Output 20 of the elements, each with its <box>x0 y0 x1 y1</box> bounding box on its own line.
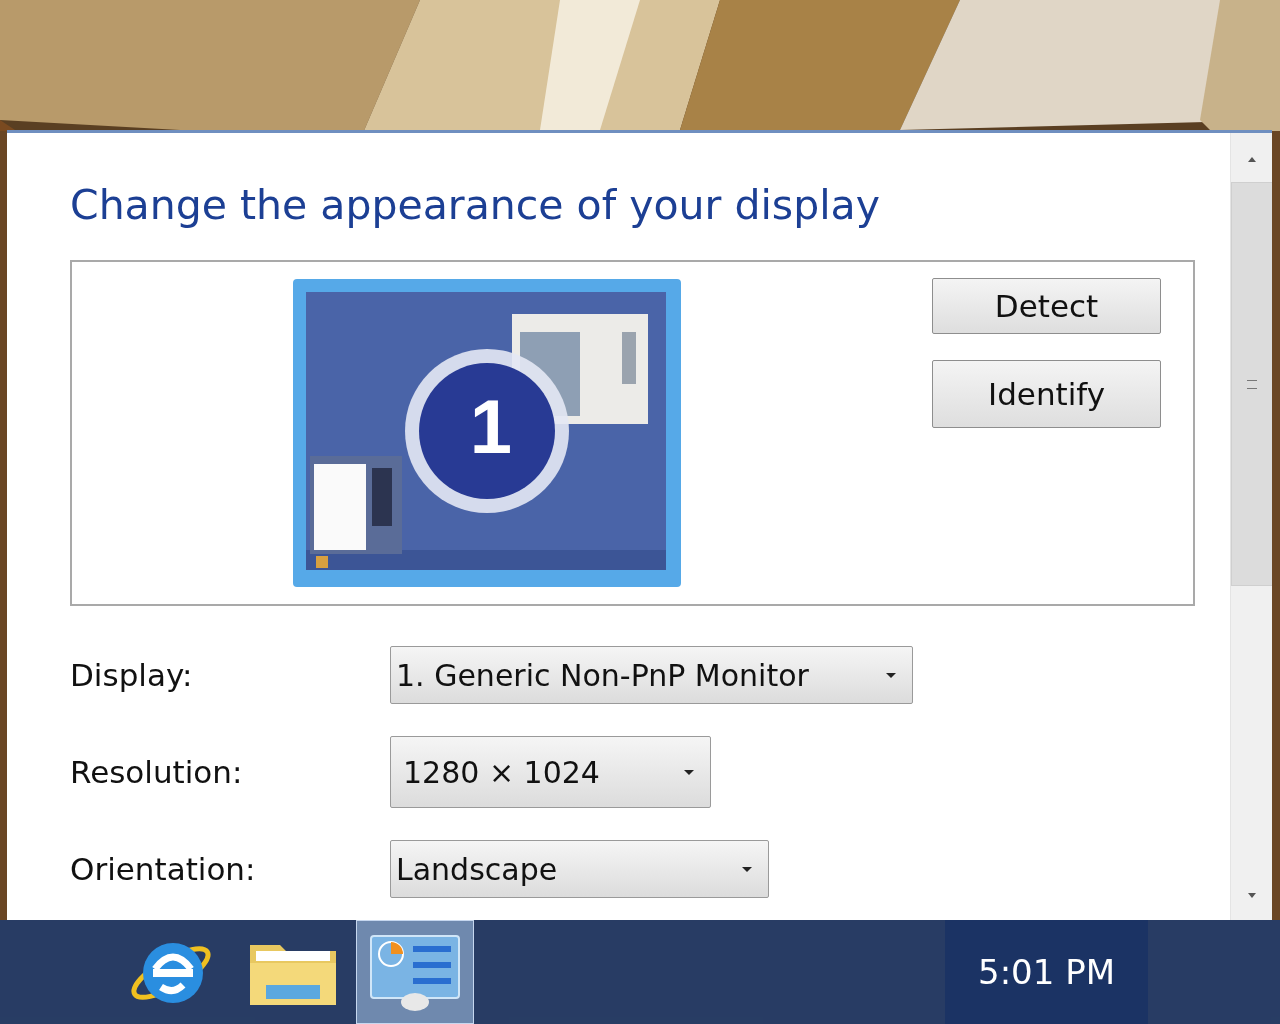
taskbar-clock[interactable]: 5:01 PM <box>945 920 1148 1024</box>
caret-icon <box>684 769 694 775</box>
scroll-up-icon[interactable] <box>1247 157 1256 162</box>
page-heading: Change the appearance of your display <box>70 181 881 231</box>
vertical-scrollbar[interactable] <box>1230 133 1272 920</box>
control-panel-icon <box>367 932 463 1012</box>
preview-button[interactable]: Identify <box>932 360 1161 429</box>
caret-icon <box>886 672 896 678</box>
scroll-thumb[interactable] <box>1230 182 1272 586</box>
caret-icon <box>742 866 752 872</box>
dropdown[interactable]: 1. Generic Non-PnP Monitor <box>390 646 913 705</box>
dropdown[interactable]: Landscape <box>390 840 769 899</box>
setting-label: Orientation: <box>70 849 257 889</box>
grip-icon <box>1246 379 1257 389</box>
dropdown[interactable]: 1280 × 1024 <box>390 736 711 809</box>
scroll-down-icon[interactable] <box>1247 893 1256 898</box>
preview-button[interactable]: Detect <box>932 278 1161 335</box>
setting-label: Display: <box>70 655 194 695</box>
display-number: 1 <box>468 383 514 472</box>
setting-label: Resolution: <box>70 752 244 792</box>
